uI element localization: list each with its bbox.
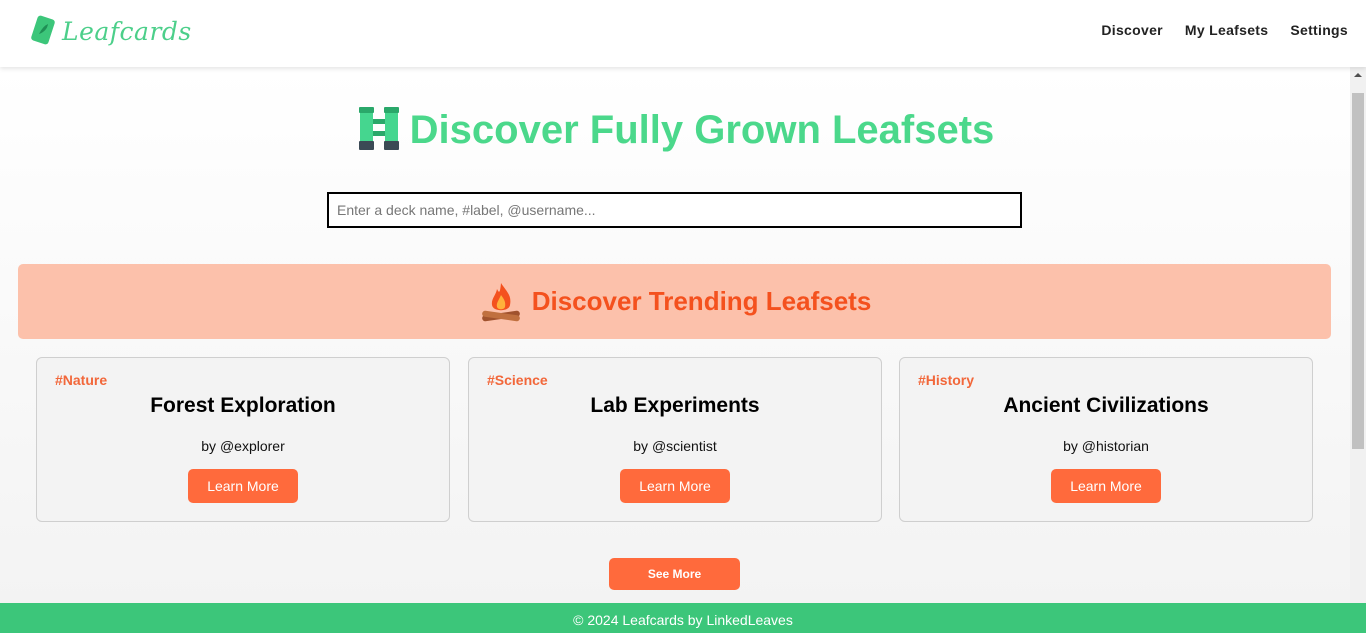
trending-heading: Discover Trending Leafsets — [531, 286, 872, 316]
page-footer: © 2024 Leafcards by LinkedLeaves — [0, 603, 1366, 633]
leafset-card: #Science Lab Experiments by @scientist L… — [468, 357, 882, 522]
leafset-card: #History Ancient Civilizations by @histo… — [899, 357, 1313, 522]
card-label[interactable]: #Nature — [55, 372, 107, 388]
nav-my-leafsets[interactable]: My Leafsets — [1185, 22, 1268, 38]
card-title: Forest Exploration — [150, 394, 336, 417]
learn-more-button[interactable]: Learn More — [188, 469, 298, 503]
card-label[interactable]: #History — [918, 372, 974, 388]
card-author: by @historian — [1063, 438, 1149, 454]
brand-logo[interactable]: Leafcards — [28, 14, 192, 48]
top-header: Leafcards Discover My Leafsets Settings — [0, 0, 1366, 67]
nav-discover[interactable]: Discover — [1101, 22, 1163, 38]
main-content: Discover Fully Grown Leafsets Discover T… — [0, 67, 1350, 603]
hero-heading: Discover Fully Grown Leafsets — [409, 107, 995, 152]
nav-settings[interactable]: Settings — [1290, 22, 1348, 38]
binoculars-icon — [358, 107, 399, 150]
trending-banner: Discover Trending Leafsets — [18, 264, 1331, 339]
see-more-button[interactable]: See More — [609, 558, 740, 590]
leafset-card: #Nature Forest Exploration by @explorer … — [36, 357, 450, 522]
page-title: Discover Fully Grown Leafsets — [0, 107, 1350, 153]
card-title: Ancient Civilizations — [1003, 394, 1209, 417]
learn-more-button[interactable]: Learn More — [620, 469, 730, 503]
card-author: by @scientist — [633, 438, 717, 454]
vertical-scrollbar[interactable] — [1350, 67, 1366, 603]
search-input[interactable] — [327, 192, 1022, 228]
card-label[interactable]: #Science — [487, 372, 548, 388]
leaf-card-icon — [31, 15, 55, 45]
card-title: Lab Experiments — [590, 394, 760, 417]
main-nav: Discover My Leafsets Settings — [1101, 22, 1348, 38]
brand-name: Leafcards — [62, 16, 192, 46]
learn-more-button[interactable]: Learn More — [1051, 469, 1161, 503]
campfire-icon — [481, 282, 520, 321]
scrollbar-thumb[interactable] — [1352, 93, 1364, 449]
scroll-up-arrow-icon[interactable] — [1350, 67, 1366, 83]
card-author: by @explorer — [201, 438, 285, 454]
